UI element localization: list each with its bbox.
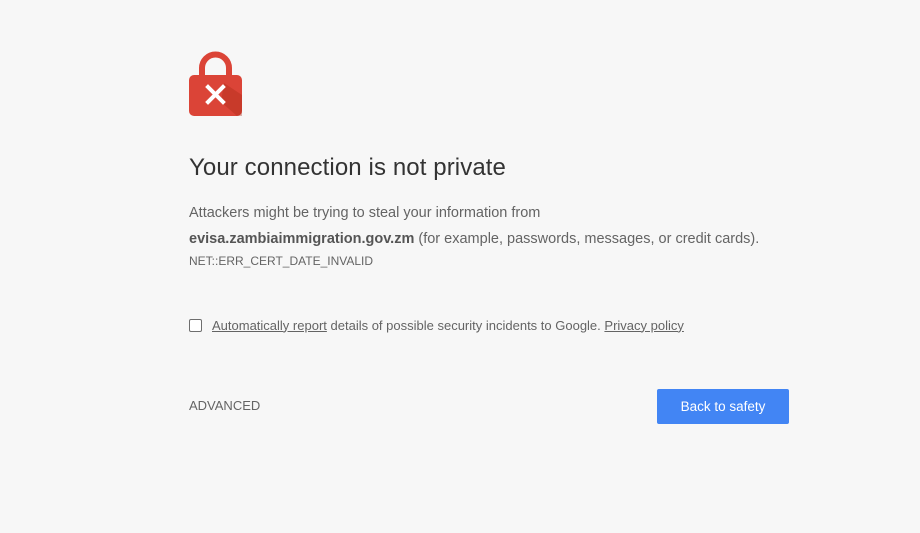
lock-shackle [199,51,232,78]
advanced-button[interactable]: ADVANCED [189,398,260,413]
report-description: details of possible security incidents t… [330,317,601,333]
page-title: Your connection is not private [189,154,506,181]
error-code: NET::ERR_CERT_DATE_INVALID [189,254,374,268]
report-option: Automatically report details of possible… [189,316,684,334]
report-text: Automatically report details of possible… [212,318,684,333]
automatically-report-link[interactable]: Automatically report [212,318,327,333]
domain-name: evisa.zambiaimmigration.gov.zm [189,230,415,247]
lock-error-icon [189,51,242,116]
main-message: Attackers might be trying to steal your … [189,201,829,252]
report-checkbox[interactable] [189,318,202,332]
back-to-safety-button[interactable]: Back to safety [657,389,789,424]
privacy-policy-link[interactable]: Privacy policy [604,318,683,333]
message-prefix: Attackers might be trying to steal your … [189,205,541,221]
interstitial-page: Your connection is not private Attackers… [0,0,920,533]
message-suffix: (for example, passwords, messages, or cr… [418,230,760,247]
